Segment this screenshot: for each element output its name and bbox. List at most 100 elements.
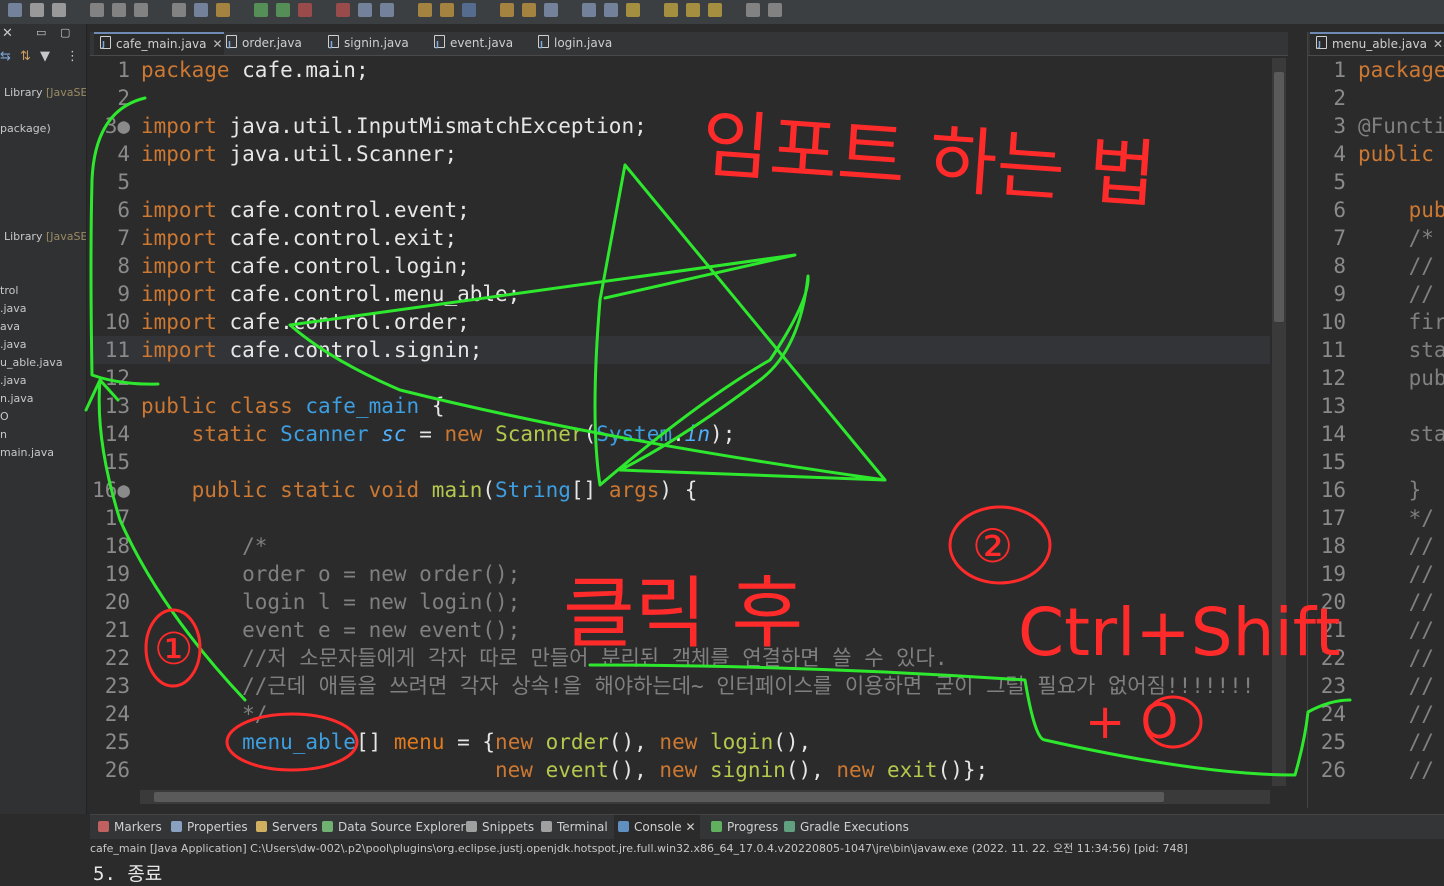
bottom-tab-properties[interactable]: Properties (167, 815, 252, 839)
scroll-thumb[interactable] (1274, 72, 1284, 322)
code-line[interactable]: 12 (90, 364, 1270, 392)
tree-item-file[interactable]: u_able.java (0, 356, 63, 369)
code-line[interactable]: 25 menu_able[] menu = {new order(), new … (90, 728, 1270, 756)
horizontal-scrollbar[interactable] (140, 790, 1270, 804)
tree-item-file[interactable]: main.java (0, 446, 54, 459)
code-line[interactable]: 18 // (1308, 532, 1444, 560)
toolbar-button[interactable] (746, 3, 760, 17)
code-line[interactable]: 22 // (1308, 644, 1444, 672)
bottom-tab-markers[interactable]: Markers (94, 815, 166, 839)
code-line[interactable]: 4 public (1308, 140, 1444, 168)
code-line[interactable]: 20 login l = new login(); (90, 588, 1270, 616)
toolbar-button[interactable] (604, 3, 618, 17)
bottom-tab-data-source-explorer[interactable]: Data Source Explorer (318, 815, 469, 839)
toolbar-button[interactable] (768, 3, 782, 17)
code-line[interactable]: 16● public static void main(String[] arg… (90, 476, 1270, 504)
bottom-tab-terminal[interactable]: Terminal (537, 815, 612, 839)
code-line[interactable]: 20 // (1308, 588, 1444, 616)
code-line[interactable]: 7 /* (1308, 224, 1444, 252)
code-line[interactable]: 5 (90, 168, 1270, 196)
tab-order[interactable]: order.java (226, 32, 302, 56)
tab-menu-able[interactable]: menu_able.java✕ (1310, 32, 1444, 55)
toolbar-button[interactable] (90, 3, 104, 17)
toolbar-button[interactable] (134, 3, 148, 17)
code-line[interactable]: 2 (90, 84, 1270, 112)
code-line[interactable]: 21 // (1308, 616, 1444, 644)
toolbar-button[interactable] (216, 3, 230, 17)
code-line[interactable]: 23 // (1308, 672, 1444, 700)
tree-item-library-1[interactable]: Library [JavaSE (4, 86, 86, 99)
code-line[interactable]: 17 */ (1308, 504, 1444, 532)
tree-item-control[interactable]: trol (0, 284, 18, 297)
code-line[interactable]: 11 sta (1308, 336, 1444, 364)
code-line[interactable]: 1 package (1308, 56, 1444, 84)
toolbar-button[interactable] (8, 3, 22, 17)
toolbar-button[interactable] (112, 3, 126, 17)
code-line[interactable]: 10 import cafe.control.order; (90, 308, 1270, 336)
toolbar-button[interactable] (664, 3, 678, 17)
toolbar-button[interactable] (52, 3, 66, 17)
code-line[interactable]: 16 } (1308, 476, 1444, 504)
code-line[interactable]: 10 fir (1308, 308, 1444, 336)
code-line[interactable]: 26 new event(), new signin(), new exit()… (90, 756, 1270, 784)
code-line[interactable]: 24 // (1308, 700, 1444, 728)
toolbar-button[interactable] (418, 3, 432, 17)
toolbar-button[interactable] (462, 3, 476, 17)
code-line[interactable]: 6 import cafe.control.event; (90, 196, 1270, 224)
code-line[interactable]: 9 import cafe.control.menu_able; (90, 280, 1270, 308)
code-line[interactable]: 3● import java.util.InputMismatchExceptio… (90, 112, 1270, 140)
filter-icon[interactable]: ▼ (40, 49, 50, 64)
tree-item-file[interactable]: ava (0, 320, 20, 333)
toolbar-button[interactable] (254, 3, 268, 17)
toolbar-button[interactable] (626, 3, 640, 17)
code-line[interactable]: 19 // (1308, 560, 1444, 588)
tree-item-file[interactable]: O (0, 410, 9, 423)
console-output[interactable]: 5. 종료 (93, 859, 162, 886)
close-tab-icon[interactable]: ✕ (682, 820, 695, 834)
toolbar-button[interactable] (298, 3, 312, 17)
vertical-scrollbar[interactable] (1272, 58, 1286, 786)
code-line[interactable]: 12 pub (1308, 364, 1444, 392)
code-line[interactable]: 8 import cafe.control.login; (90, 252, 1270, 280)
secondary-code-area[interactable]: 1 package 2 3 @Functi 4 public 5 6 pub 7 /* 8 //9 … (1308, 56, 1444, 796)
bottom-tab-servers[interactable]: Servers (252, 815, 322, 839)
code-line[interactable]: 14 static Scanner sc = new Scanner(Syste… (90, 420, 1270, 448)
code-line[interactable]: 19 order o = new order(); (90, 560, 1270, 588)
code-line[interactable]: 21 event e = new event(); (90, 616, 1270, 644)
toolbar-button[interactable] (500, 3, 514, 17)
code-line[interactable]: 11 import cafe.control.signin; (90, 336, 1270, 364)
code-line[interactable]: 14 sta (1308, 420, 1444, 448)
code-line[interactable]: 15 (1308, 448, 1444, 476)
toolbar-button[interactable] (172, 3, 186, 17)
close-tab-icon[interactable]: ✕ (1433, 37, 1443, 51)
code-line[interactable]: 7 import cafe.control.exit; (90, 224, 1270, 252)
collapse-all-icon[interactable]: ⇆ (0, 49, 11, 64)
code-line[interactable]: 9 // (1308, 280, 1444, 308)
toolbar-button[interactable] (358, 3, 372, 17)
tab-event[interactable]: event.java (434, 32, 513, 56)
code-line[interactable]: 22 //저 소문자들에게 각자 따로 만들어 분리된 객체를 연결하면 쓸 수… (90, 644, 1270, 672)
tree-item-file[interactable]: n.java (0, 392, 34, 405)
code-line[interactable]: 13 public class cafe_main { (90, 392, 1270, 420)
code-line[interactable]: 17 (90, 504, 1270, 532)
code-line[interactable]: 25 // (1308, 728, 1444, 756)
code-line[interactable]: 5 (1308, 168, 1444, 196)
maximize-icon[interactable]: ▢ (60, 26, 70, 39)
link-editor-icon[interactable]: ⇅ (20, 49, 31, 64)
toolbar-button[interactable] (522, 3, 536, 17)
code-editor[interactable]: cafe_main.java✕ order.java signin.java e… (90, 32, 1288, 808)
code-line[interactable]: 24 */ (90, 700, 1270, 728)
close-tab-icon[interactable]: ✕ (213, 37, 223, 51)
bottom-tab-console[interactable]: Console ✕ (614, 815, 700, 839)
code-line[interactable]: 18 /* (90, 532, 1270, 560)
code-line[interactable]: 13 (1308, 392, 1444, 420)
tree-item-file[interactable]: .java (0, 374, 27, 387)
tree-item-library-2[interactable]: Library [JavaSE (4, 230, 86, 243)
toolbar-button[interactable] (336, 3, 350, 17)
close-icon[interactable]: ✕ (2, 26, 13, 41)
toolbar-button[interactable] (686, 3, 700, 17)
code-line[interactable]: 3 @Functi (1308, 112, 1444, 140)
bottom-tab-progress[interactable]: Progress (707, 815, 782, 839)
toolbar-button[interactable] (194, 3, 208, 17)
code-line[interactable]: 1 package cafe.main; (90, 56, 1270, 84)
